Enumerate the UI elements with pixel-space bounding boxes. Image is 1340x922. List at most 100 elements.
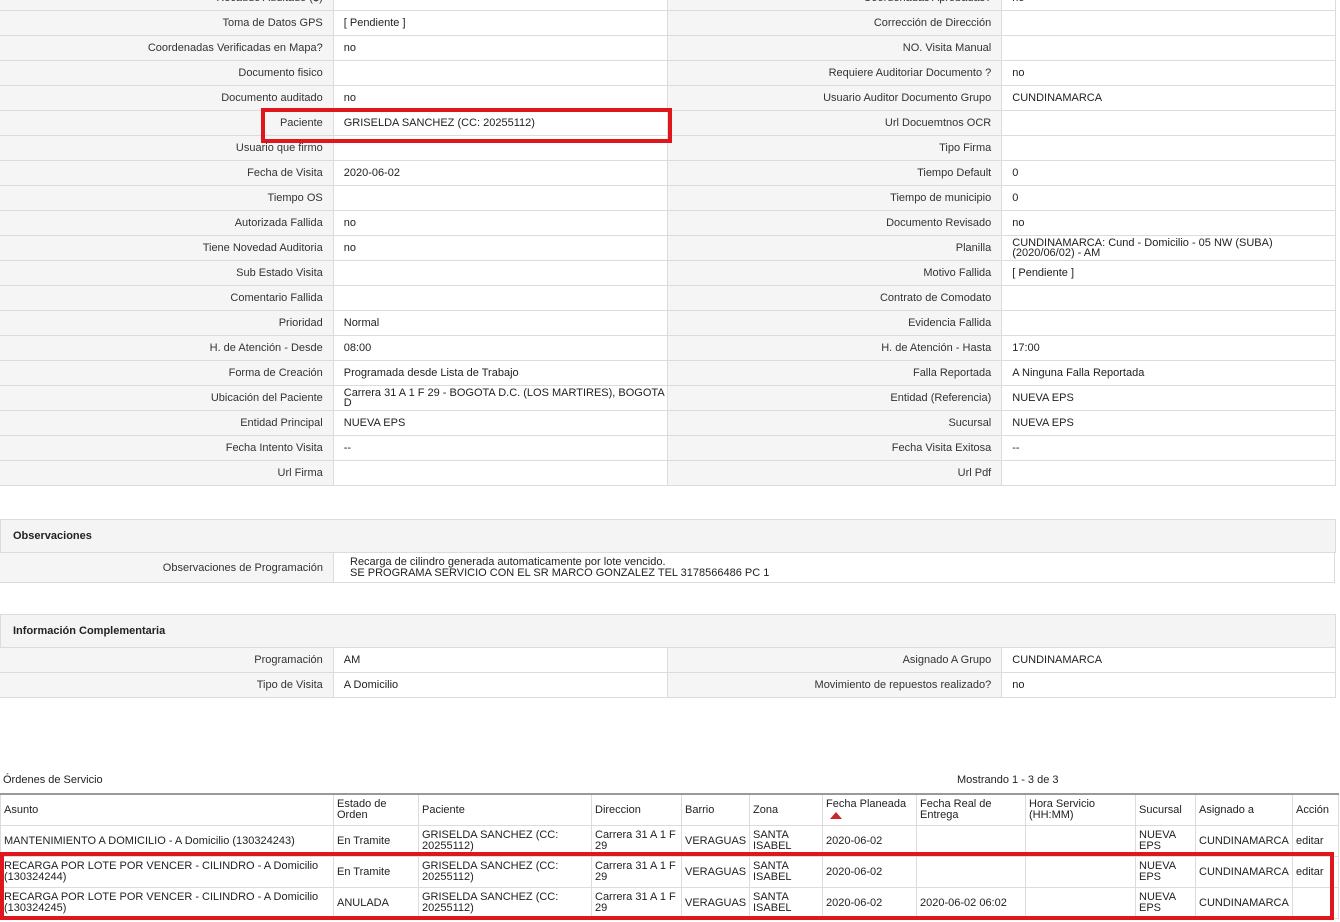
table-cell [1025,825,1136,857]
field-value: A Domicilio [332,672,668,698]
column-header[interactable]: Asignado a [1195,793,1293,826]
field-value [332,460,668,486]
detail-row: Forma de Creación Programada desde Lista … [0,360,1336,386]
field-label: Tiene Novedad Auditoria [0,235,334,261]
table-row: RECARGA POR LOTE POR VENCER - CILINDRO -… [0,887,1339,919]
field-label: Coordenadas Verificadas en Mapa? [0,35,334,61]
field-label: Fecha Visita Exitosa [666,435,1003,461]
field-value: no [332,35,668,61]
table-cell [1025,856,1136,888]
table-cell [916,856,1026,888]
field-label: Documento fisico [0,60,334,86]
field-label: Autorizada Fallida [0,210,334,236]
table-cell: En Tramite [333,825,419,857]
column-header-label: Fecha Real de Entrega [920,798,992,821]
field-value [1001,460,1336,486]
field-label: Prioridad [0,310,334,336]
column-header-label: Zona [753,803,779,816]
column-header-label: Direccion [595,803,641,816]
field-value: no [1001,672,1336,698]
table-cell: CUNDINAMARCA [1195,887,1293,919]
field-label: Motivo Fallida [666,260,1003,286]
table-cell: Carrera 31 A 1 F 29 [591,856,682,888]
table-cell: MANTENIMIENTO A DOMICILIO - A Domicilio … [0,825,334,857]
detail-row: Coordenadas Verificadas en Mapa? no NO. Vi… [0,35,1336,61]
column-header[interactable]: Estado de Orden [333,793,419,826]
field-label: Usuario que firmo [0,135,334,161]
field-value: NUEVA EPS [332,410,668,436]
table-cell: 2020-06-02 [822,856,917,888]
edit-link [1292,887,1339,919]
edit-link[interactable]: editar [1292,856,1339,888]
column-header[interactable]: Direccion [591,793,682,826]
field-value: Programada desde Lista de Trabajo [332,360,668,386]
table-cell: En Tramite [333,856,419,888]
field-label: Ubicación del Paciente [0,385,334,411]
field-label: Paciente [0,110,334,136]
sort-ascending-icon[interactable] [830,811,842,819]
edit-link[interactable]: editar [1292,825,1339,857]
detail-row: Prioridad Normal Evidencia Fallida [0,310,1336,336]
table-cell: NUEVA EPS [1135,825,1196,857]
detail-row: Tiene Novedad Auditoria no Planilla CUNDINA… [0,235,1336,261]
observaciones-section: Observaciones Observaciones de Programac… [0,519,1336,583]
field-value: no [1001,60,1336,86]
observaciones-line: SE PROGRAMA SERVICIO CON EL SR MARCO GON… [350,566,770,579]
field-value: AM [332,647,668,673]
column-header[interactable]: Fecha Real de Entrega [916,793,1026,826]
field-label: Tipo de Visita [0,672,334,698]
field-label: Entidad (Referencia) [666,385,1003,411]
field-value: no [332,85,668,111]
column-header-label: Fecha Planeada [826,798,907,810]
table-cell: NUEVA EPS [1135,856,1196,888]
column-header[interactable]: Asunto [0,793,334,826]
column-header[interactable]: Zona [749,793,823,826]
detail-row: Fecha Intento Visita -- Fecha Visita Exito… [0,435,1336,461]
field-value: 17:00 [1001,335,1336,361]
detail-row: Paciente GRISELDA SANCHEZ (CC: 20255112) U… [0,110,1336,136]
column-header-label: Asunto [4,803,39,816]
column-header[interactable]: Barrio [681,793,750,826]
field-label: Programación [0,647,334,673]
field-label: Fecha Intento Visita [0,435,334,461]
field-label: Toma de Datos GPS [0,10,334,36]
field-value [1001,285,1336,311]
column-header[interactable]: Hora Servicio (HH:MM) [1025,793,1136,826]
field-label: Entidad Principal [0,410,334,436]
detail-row: Autorizada Fallida no Documento Revisado no [0,210,1336,236]
field-label: Url Firma [0,460,334,486]
field-label: Tiempo de municipio [666,185,1003,211]
column-header-label: Estado de Orden [337,798,387,821]
field-label: Documento auditado [0,85,334,111]
section-title: Observaciones [0,519,1336,553]
column-header[interactable]: Paciente [418,793,592,826]
pagination-count: Mostrando 1 - 3 de 3 [957,774,1059,786]
field-value [332,185,668,211]
detail-row: Ubicación del Paciente Carrera 31 A 1 F 2… [0,385,1336,411]
field-value [332,135,668,161]
field-value [332,260,668,286]
table-cell: Carrera 31 A 1 F 29 [591,825,682,857]
observaciones-line: Recarga de cilindro generada automaticam… [350,555,666,568]
orders-table: Asunto Estado de Orden Paciente Direccion Ba… [0,793,1339,919]
field-label: Comentario Fallida [0,285,334,311]
field-value: -- [1001,435,1336,461]
field-label: Usuario Auditor Documento Grupo [666,85,1003,111]
field-label: NO. Visita Manual [666,35,1003,61]
field-label: Sucursal [666,410,1003,436]
table-row: RECARGA POR LOTE POR VENCER - CILINDRO -… [0,856,1339,888]
field-value [1001,10,1336,36]
field-label: Corrección de Dirección [666,10,1003,36]
table-cell: SANTA ISABEL [749,856,823,888]
table-cell: Carrera 31 A 1 F 29 [591,887,682,919]
field-value: no [332,235,668,261]
field-value [332,285,668,311]
column-header[interactable]: Acción [1292,793,1339,826]
column-header[interactable]: Fecha Planeada [822,793,917,826]
field-value [332,60,668,86]
detail-row: Comentario Fallida Contrato de Comodato [0,285,1336,311]
field-value: no [1001,210,1336,236]
field-value: CUNDINAMARCA: Cund - Domicilio - 05 NW (… [1001,235,1336,261]
column-header-label: Asignado a [1199,803,1255,816]
column-header[interactable]: Sucursal [1135,793,1196,826]
